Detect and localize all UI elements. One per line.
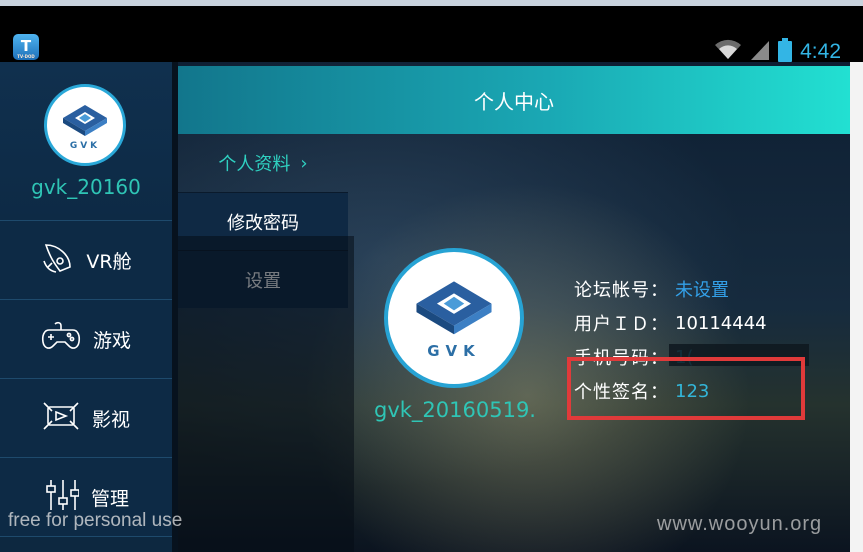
status-bar: T TV·DOD 4:42 <box>0 6 863 63</box>
watermark-left: free for personal use <box>8 510 183 531</box>
sidebar-item-label: VR舱 <box>86 250 132 273</box>
sidebar-profile[interactable]: GVK gvk_20160 <box>0 62 172 221</box>
sidebar-item-games[interactable]: 游戏 <box>0 300 172 379</box>
app-icon-letter: T <box>20 37 32 55</box>
title-bar: 个人中心 <box>178 66 850 134</box>
page-title: 个人中心 <box>474 89 554 114</box>
profile-username: gvk_20160519. <box>374 398 536 422</box>
gvk-logo-icon <box>416 281 492 335</box>
forum-account-link[interactable]: 未设置 <box>675 276 729 302</box>
info-label: 用户ＩＤ： <box>574 314 669 335</box>
submenu-background <box>178 236 354 552</box>
rocket-icon <box>40 241 74 279</box>
sidebar-item-label: 管理 <box>90 487 129 510</box>
sidebar: GVK gvk_20160 VR舱 游戏 影视 管理 <box>0 62 174 552</box>
window-right-edge <box>850 62 863 552</box>
profile-avatar-logo-text: GVK <box>427 342 481 360</box>
sidebar-item-label: 游戏 <box>92 329 131 352</box>
info-row-user-id: 用户ＩＤ： 10114444 <box>574 306 767 340</box>
sidebar-username: gvk_20160 <box>31 175 141 199</box>
app-icon: T TV·DOD <box>13 34 39 60</box>
avatar[interactable]: GVK <box>44 84 126 166</box>
sidebar-item-label: 影视 <box>91 408 130 431</box>
film-icon <box>42 399 80 437</box>
info-value: 10114444 <box>675 312 767 334</box>
profile-avatar[interactable]: GVK <box>384 248 524 388</box>
avatar-logo-text: GVK <box>69 141 101 151</box>
watermark-right: www.wooyun.org <box>657 513 823 535</box>
info-label: 论坛帐号： <box>574 280 669 301</box>
sidebar-item-video[interactable]: 影视 <box>0 379 172 458</box>
info-row-forum-account: 论坛帐号： 未设置 <box>574 272 767 306</box>
sidebar-item-vr[interactable]: VR舱 <box>0 221 172 300</box>
app-icon-caption: TV·DOD <box>17 54 35 59</box>
gvk-logo-icon <box>63 105 107 136</box>
highlight-annotation <box>567 357 805 420</box>
submenu-item-profile[interactable]: 个人资料 <box>178 134 348 192</box>
gamepad-icon <box>41 320 81 358</box>
status-time: 4:42 <box>800 40 841 63</box>
main-content: 个人中心 个人资料 修改密码 设置 GVK gvk_20160519. 论坛帐号… <box>178 62 850 552</box>
